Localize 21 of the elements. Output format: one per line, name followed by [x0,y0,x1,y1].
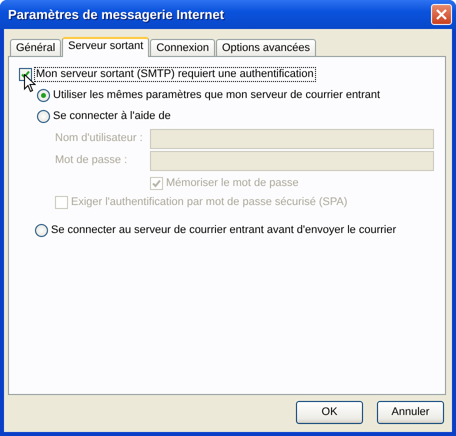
cursor-icon [24,74,36,93]
checkbox-label: Mémoriser le mot de passe [166,176,299,190]
field-label: Nom d'utilisateur : [55,132,144,146]
tab[interactable]: Options avancées [216,39,316,56]
dialog-button[interactable]: OK [296,401,363,424]
close-icon [436,9,447,20]
tab[interactable]: Serveur sortant [62,37,150,57]
radio-label: Utiliser les mêmes paramètres que mon serveur de courrier entrant [53,88,380,102]
close-button[interactable] [431,4,452,25]
field-label: Mot de passe : [55,154,128,168]
radio-button[interactable] [35,224,48,237]
tab[interactable]: Connexion [150,39,215,56]
radio-label: Se connecter à l'aide de [53,110,171,124]
tab[interactable]: Général [10,39,62,56]
radio-button[interactable] [37,89,50,102]
window-title: Paramètres de messagerie Internet [7,6,224,22]
radio-label: Se connecter au serveur de courrier entrant avant d'envoyer le courrier [51,224,396,238]
checkbox-label: Mon serveur sortant (SMTP) requiert une authentification [35,68,315,82]
checkbox-label: Exiger l'authentification par mot de passe sécurisé (SPA) [71,196,348,210]
radio-button[interactable] [37,110,50,123]
dialog-button[interactable]: Annuler [377,401,444,424]
